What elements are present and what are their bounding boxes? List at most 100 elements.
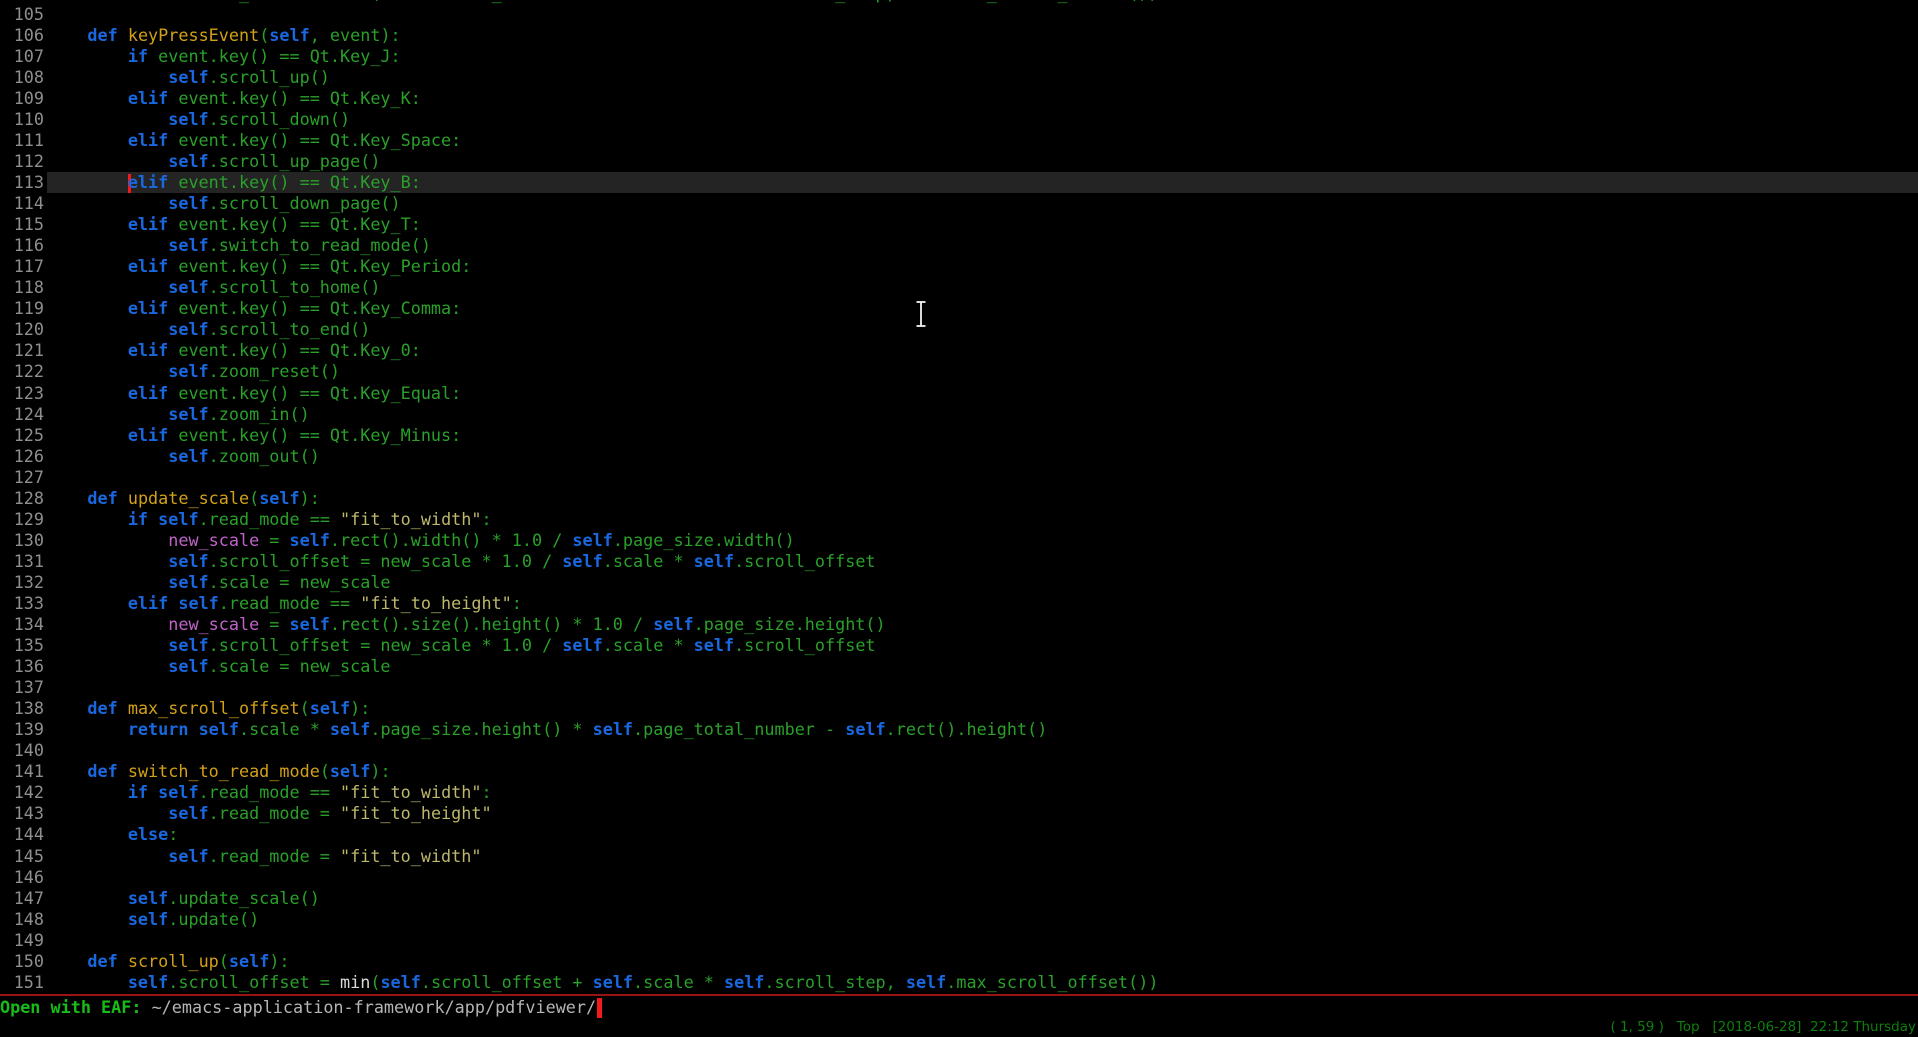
- code-line[interactable]: 108 self.scroll_up(): [0, 67, 1918, 88]
- code-line[interactable]: 112 self.scroll_up_page(): [0, 151, 1918, 172]
- code-text: self.scroll_up_page(): [47, 151, 1918, 172]
- line-number: 143: [0, 803, 47, 824]
- code-text: self.scale = new_scale: [47, 572, 1918, 593]
- line-number: 150: [0, 951, 47, 972]
- code-lines[interactable]: self.scroll_offset = min(self.scroll_off…: [0, 0, 1918, 993]
- line-number: 146: [0, 867, 47, 888]
- code-line[interactable]: 142 if self.read_mode == "fit_to_width":: [0, 782, 1918, 803]
- code-text: self.zoom_reset(): [47, 361, 1918, 382]
- line-number: 108: [0, 67, 47, 88]
- code-line[interactable]: 126 self.zoom_out(): [0, 446, 1918, 467]
- code-line[interactable]: 134 new_scale = self.rect().size().heigh…: [0, 614, 1918, 635]
- code-text: self.switch_to_read_mode(): [47, 235, 1918, 256]
- code-line[interactable]: 118 self.scroll_to_home(): [0, 277, 1918, 298]
- minibuffer-input-value[interactable]: ~/emacs-application-framework/app/pdfvie…: [152, 997, 597, 1017]
- line-number: 127: [0, 467, 47, 488]
- code-text: self.scroll_up(): [47, 67, 1918, 88]
- code-line[interactable]: 109 elif event.key() == Qt.Key_K:: [0, 88, 1918, 109]
- code-line[interactable]: 151 self.scroll_offset = min(self.scroll…: [0, 972, 1918, 993]
- line-number: 105: [0, 4, 47, 25]
- code-line[interactable]: 132 self.scale = new_scale: [0, 572, 1918, 593]
- code-text: self.scroll_down_page(): [47, 193, 1918, 214]
- code-line[interactable]: 128 def update_scale(self):: [0, 488, 1918, 509]
- code-text: self.read_mode = "fit_to_width": [47, 846, 1918, 867]
- code-line[interactable]: 110 self.scroll_down(): [0, 109, 1918, 130]
- code-text: return self.scale * self.page_size.heigh…: [47, 719, 1918, 740]
- code-text: elif event.key() == Qt.Key_Period:: [47, 256, 1918, 277]
- code-line[interactable]: 124 self.zoom_in(): [0, 404, 1918, 425]
- code-line[interactable]: 136 self.scale = new_scale: [0, 656, 1918, 677]
- line-number: 125: [0, 425, 47, 446]
- line-number: 144: [0, 824, 47, 845]
- line-number: 113: [0, 172, 47, 193]
- line-number: 142: [0, 782, 47, 803]
- code-line[interactable]: 135 self.scroll_offset = new_scale * 1.0…: [0, 635, 1918, 656]
- code-line[interactable]: 141 def switch_to_read_mode(self):: [0, 761, 1918, 782]
- code-line[interactable]: 120 self.scroll_to_end(): [0, 319, 1918, 340]
- code-line[interactable]: 113 elif event.key() == Qt.Key_B:: [0, 172, 1918, 193]
- line-number: 110: [0, 109, 47, 130]
- code-line[interactable]: 125 elif event.key() == Qt.Key_Minus:: [0, 425, 1918, 446]
- line-number: 115: [0, 214, 47, 235]
- code-line[interactable]: 149: [0, 930, 1918, 951]
- code-text: new_scale = self.rect().size().height() …: [47, 614, 1918, 635]
- code-line[interactable]: 119 elif event.key() == Qt.Key_Comma:: [0, 298, 1918, 319]
- line-number: 119: [0, 298, 47, 319]
- code-line[interactable]: 116 self.switch_to_read_mode(): [0, 235, 1918, 256]
- editor-frame: self.scroll_offset = min(self.scroll_off…: [0, 0, 1918, 1037]
- minibuffer[interactable]: Open with EAF: ~/emacs-application-frame…: [0, 996, 1918, 1018]
- code-text: def keyPressEvent(self, event):: [47, 25, 1918, 46]
- code-line[interactable]: 150 def scroll_up(self):: [0, 951, 1918, 972]
- code-line[interactable]: 117 elif event.key() == Qt.Key_Period:: [0, 256, 1918, 277]
- line-number: 122: [0, 361, 47, 382]
- code-line[interactable]: 148 self.update(): [0, 909, 1918, 930]
- code-line[interactable]: 106 def keyPressEvent(self, event):: [0, 25, 1918, 46]
- code-line[interactable]: 107 if event.key() == Qt.Key_J:: [0, 46, 1918, 67]
- code-line[interactable]: 131 self.scroll_offset = new_scale * 1.0…: [0, 551, 1918, 572]
- code-text: new_scale = self.rect().width() * 1.0 / …: [47, 530, 1918, 551]
- code-line[interactable]: 129 if self.read_mode == "fit_to_width":: [0, 509, 1918, 530]
- code-line[interactable]: 139 return self.scale * self.page_size.h…: [0, 719, 1918, 740]
- line-number: 134: [0, 614, 47, 635]
- line-number: 145: [0, 846, 47, 867]
- line-number: 129: [0, 509, 47, 530]
- code-line[interactable]: 147 self.update_scale(): [0, 888, 1918, 909]
- code-line[interactable]: 130 new_scale = self.rect().width() * 1.…: [0, 530, 1918, 551]
- code-text: self.scroll_down(): [47, 109, 1918, 130]
- code-text: self.update(): [47, 909, 1918, 930]
- code-text: [47, 677, 1918, 698]
- code-line[interactable]: 105: [0, 4, 1918, 25]
- line-number: 132: [0, 572, 47, 593]
- line-number: 107: [0, 46, 47, 67]
- code-line[interactable]: 137: [0, 677, 1918, 698]
- code-line[interactable]: 138 def max_scroll_offset(self):: [0, 698, 1918, 719]
- code-line[interactable]: 133 elif self.read_mode == "fit_to_heigh…: [0, 593, 1918, 614]
- code-line[interactable]: 127: [0, 467, 1918, 488]
- code-text: if event.key() == Qt.Key_J:: [47, 46, 1918, 67]
- code-line[interactable]: 140: [0, 740, 1918, 761]
- minibuffer-text-cursor: [597, 998, 602, 1018]
- code-text: elif event.key() == Qt.Key_Comma:: [47, 298, 1918, 319]
- code-text: self.scroll_offset = new_scale * 1.0 / s…: [47, 635, 1918, 656]
- code-line[interactable]: 121 elif event.key() == Qt.Key_0:: [0, 340, 1918, 361]
- code-line[interactable]: 122 self.zoom_reset(): [0, 361, 1918, 382]
- code-line[interactable]: 145 self.read_mode = "fit_to_width": [0, 846, 1918, 867]
- code-line[interactable]: 114 self.scroll_down_page(): [0, 193, 1918, 214]
- code-text: self.read_mode = "fit_to_height": [47, 803, 1918, 824]
- mouse-ibeam-cursor-icon: [913, 299, 929, 333]
- code-line[interactable]: 111 elif event.key() == Qt.Key_Space:: [0, 130, 1918, 151]
- line-number: 117: [0, 256, 47, 277]
- code-line[interactable]: 144 else:: [0, 824, 1918, 845]
- code-text: elif event.key() == Qt.Key_K:: [47, 88, 1918, 109]
- line-number: 136: [0, 656, 47, 677]
- code-line[interactable]: 146: [0, 867, 1918, 888]
- code-text: self.zoom_in(): [47, 404, 1918, 425]
- code-line[interactable]: 115 elif event.key() == Qt.Key_T:: [0, 214, 1918, 235]
- line-number: 128: [0, 488, 47, 509]
- code-text: [47, 867, 1918, 888]
- code-text: def scroll_up(self):: [47, 951, 1918, 972]
- code-line[interactable]: 143 self.read_mode = "fit_to_height": [0, 803, 1918, 824]
- code-line[interactable]: 123 elif event.key() == Qt.Key_Equal:: [0, 383, 1918, 404]
- line-number: 149: [0, 930, 47, 951]
- line-number: 147: [0, 888, 47, 909]
